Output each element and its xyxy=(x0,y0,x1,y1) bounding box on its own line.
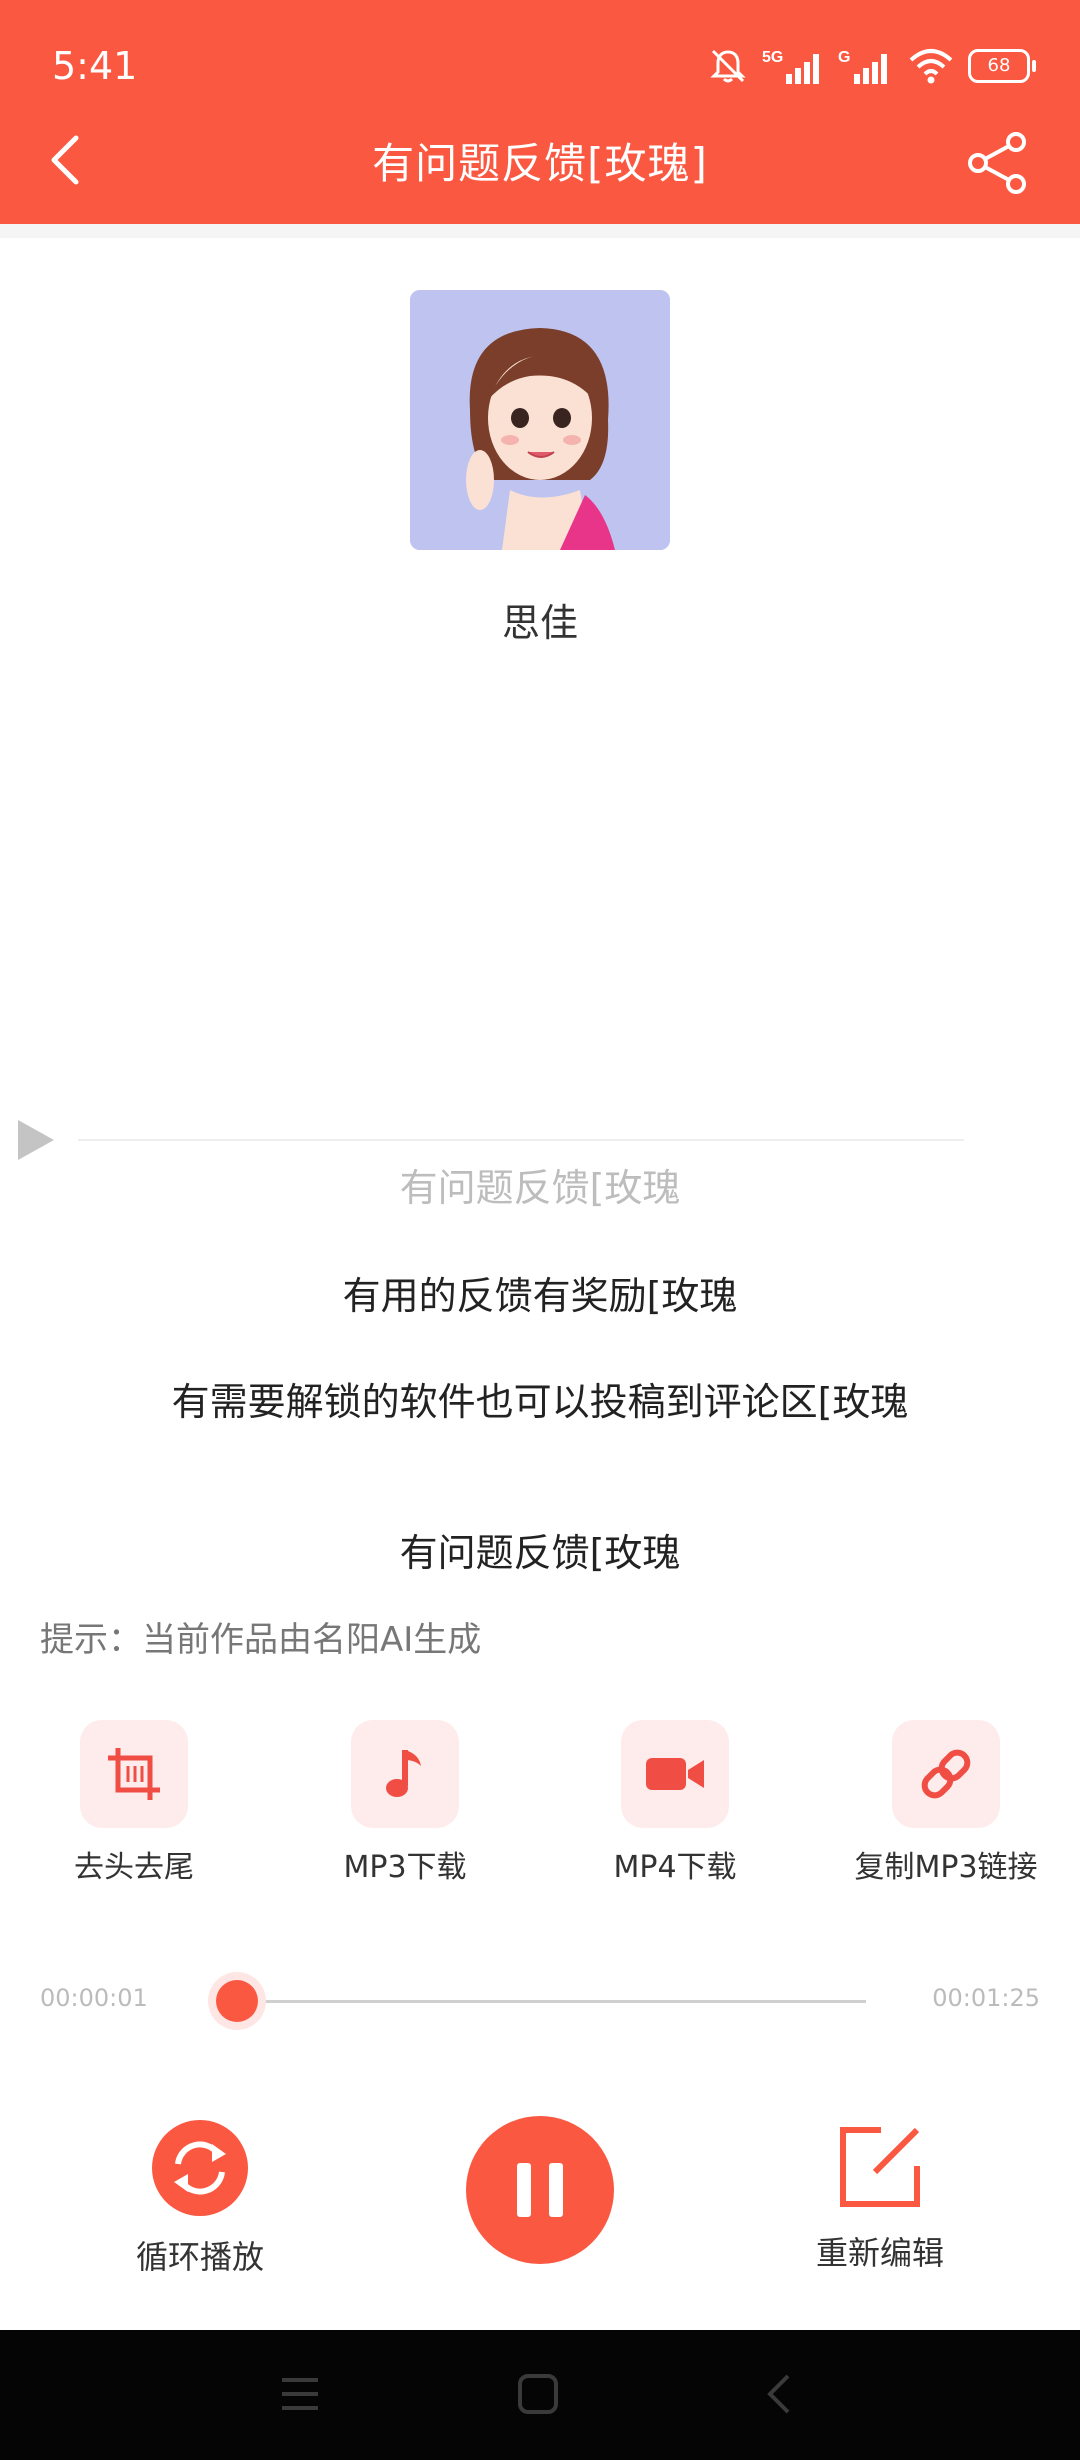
copy-mp3-link-button[interactable]: 复制MP3链接 xyxy=(836,1720,1056,1886)
tool-icon-bg xyxy=(621,1720,729,1828)
signal-5g-icon: 5G xyxy=(762,49,819,84)
status-time: 5:41 xyxy=(52,44,138,88)
progress-thumb[interactable] xyxy=(216,1980,258,2022)
cartoon-girl-avatar-image xyxy=(410,290,670,550)
pause-button[interactable] xyxy=(466,2116,614,2264)
tool-label: 去头去尾 xyxy=(74,1850,194,1885)
tool-icon-bg xyxy=(892,1720,1000,1828)
screen: 5:41 5G G 68 有问题反馈[玫瑰] 思佳 有问题反馈[玫瑰 有用的反馈… xyxy=(0,0,1080,2460)
share-button[interactable] xyxy=(966,130,1030,196)
app-header: 5:41 5G G 68 有问题反馈[玫瑰] xyxy=(0,0,1080,224)
tool-label: MP3下载 xyxy=(343,1850,467,1885)
tool-icon-bg xyxy=(351,1720,459,1828)
lyric-line: 有需要解锁的软件也可以投稿到评论区[玫瑰 xyxy=(171,1380,909,1424)
current-time: 00:00:01 xyxy=(40,1984,148,2012)
system-navigation-bar xyxy=(0,2330,1080,2460)
page-title: 有问题反馈[玫瑰] xyxy=(372,139,708,188)
svg-text:G: G xyxy=(838,49,850,66)
author-avatar[interactable] xyxy=(410,290,670,550)
home-icon[interactable] xyxy=(516,2372,560,2416)
progress-slider[interactable] xyxy=(216,1980,866,2022)
lyric-line: 有问题反馈[玫瑰 xyxy=(399,1531,681,1575)
trim-button[interactable]: 去头去尾 xyxy=(24,1720,244,1886)
author-name: 思佳 xyxy=(501,601,578,645)
svg-text:5G: 5G xyxy=(762,49,783,66)
crop-icon xyxy=(108,1748,160,1800)
loop-icon xyxy=(152,2120,248,2216)
mp3-download-button[interactable]: MP3下载 xyxy=(295,1720,515,1886)
wifi-icon xyxy=(909,49,953,84)
tool-icon-bg xyxy=(80,1720,188,1828)
loop-play-button[interactable]: 循环播放 xyxy=(120,2118,280,2278)
reedit-button[interactable]: 重新编辑 xyxy=(800,2122,960,2274)
battery-indicator: 68 xyxy=(968,49,1036,83)
ai-generated-hint: 提示：当前作品由名阳AI生成 xyxy=(40,1620,482,1660)
loop-play-label: 循环播放 xyxy=(135,2238,264,2276)
total-time: 00:01:25 xyxy=(932,1984,1040,2012)
tool-label: MP4下载 xyxy=(613,1850,737,1885)
lyric-progress-line xyxy=(78,1139,964,1141)
mp4-download-button[interactable]: MP4下载 xyxy=(565,1720,785,1886)
lyric-play-icon[interactable] xyxy=(16,1118,56,1162)
music-note-icon xyxy=(386,1750,421,1797)
tool-label: 复制MP3链接 xyxy=(854,1850,1038,1885)
edit-icon xyxy=(840,2127,920,2207)
pause-bar-left xyxy=(517,2163,531,2217)
signal-g-icon: G xyxy=(838,49,887,84)
link-icon xyxy=(921,1749,971,1799)
system-back-icon[interactable] xyxy=(758,2372,802,2416)
menu-icon[interactable] xyxy=(278,2372,322,2416)
lyric-line: 有用的反馈有奖励[玫瑰 xyxy=(342,1274,738,1318)
status-icons: 5G G 68 xyxy=(708,44,1036,88)
video-camera-icon xyxy=(646,1758,704,1790)
lyric-line: 有问题反馈[玫瑰 xyxy=(399,1166,681,1210)
reedit-label: 重新编辑 xyxy=(815,2234,944,2272)
header-divider xyxy=(0,224,1080,238)
bell-muted-icon xyxy=(710,49,746,83)
pause-bar-right xyxy=(549,2163,563,2217)
